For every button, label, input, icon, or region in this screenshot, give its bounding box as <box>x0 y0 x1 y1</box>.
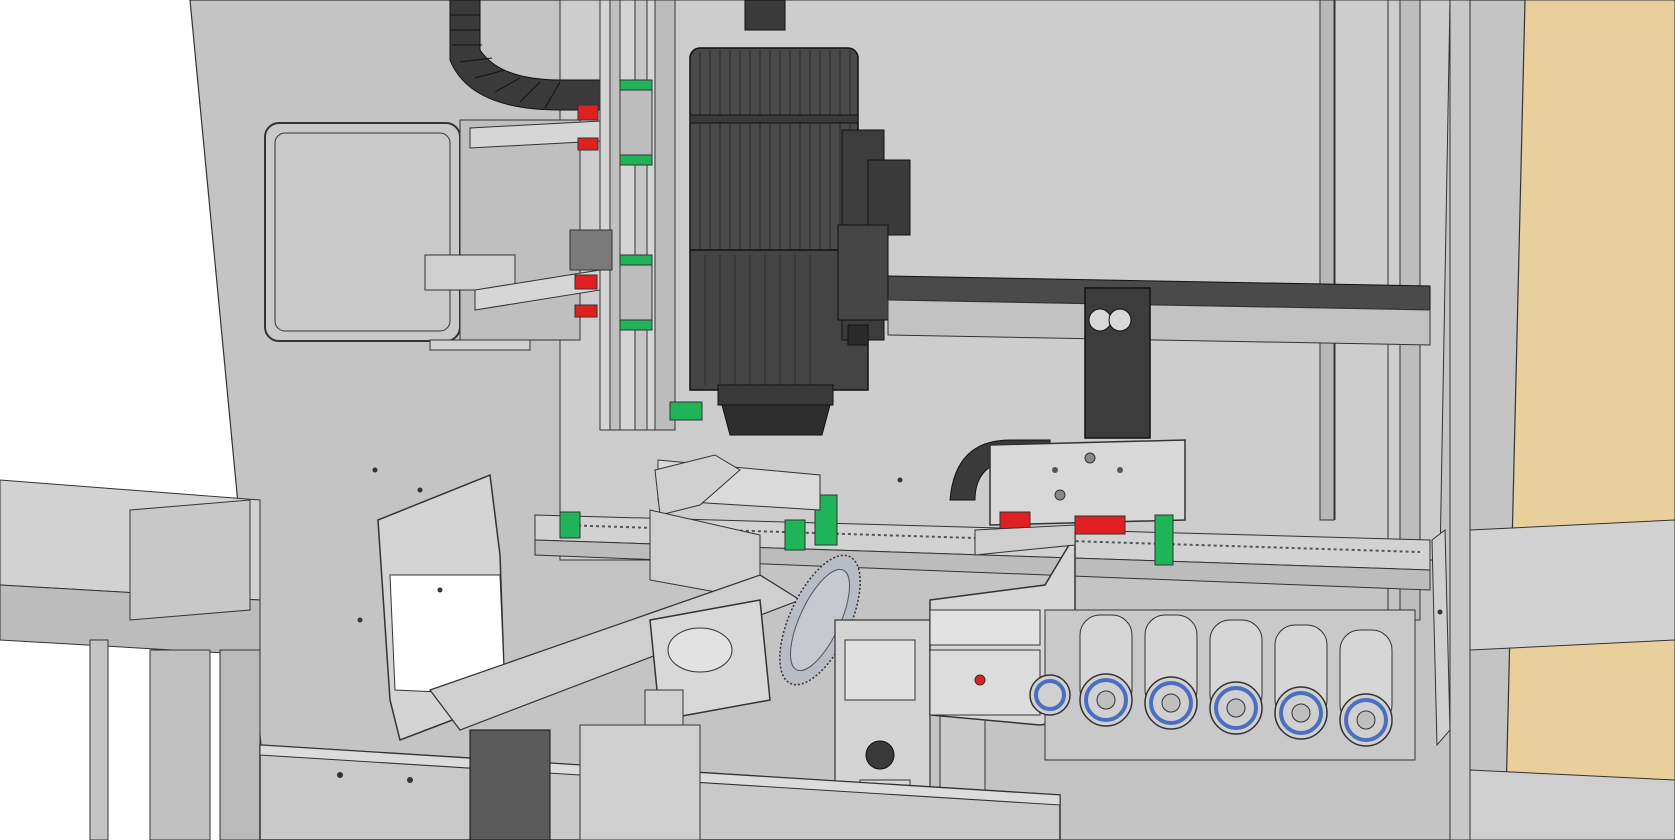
cad-render-viewport <box>0 0 1675 840</box>
lower-block-dark <box>469 729 551 840</box>
support-beam-horizontal <box>887 275 1431 346</box>
cylinder-bracket <box>1084 287 1151 439</box>
cad-scene <box>0 0 1675 840</box>
z-axis-linear-rail <box>599 0 676 431</box>
frame-leg-left-2 <box>149 649 211 840</box>
roller-conveyor <box>1029 609 1416 761</box>
frame-post-3 <box>1449 0 1471 840</box>
frame-leg-left-1 <box>89 639 109 840</box>
electrical-box <box>264 119 581 351</box>
frame-post-1 <box>1319 0 1335 521</box>
frame-beam-right <box>1469 519 1675 651</box>
